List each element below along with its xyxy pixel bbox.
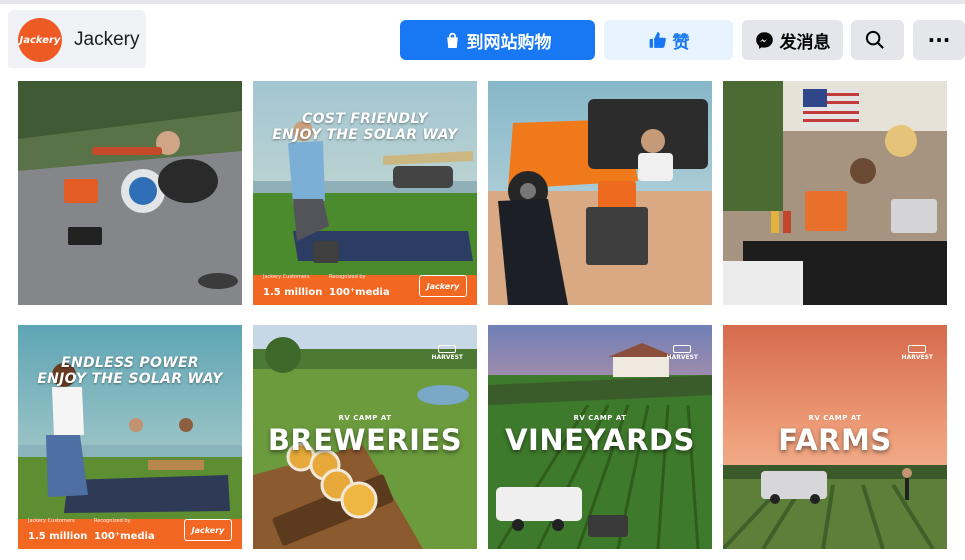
harvest-hosts-logo: HARVEST	[902, 345, 933, 361]
rv-icon	[673, 345, 692, 353]
media-stat: Recognized by 100⁺media	[94, 518, 155, 543]
photo-headline: BREWERIES	[267, 423, 463, 457]
rv-icon	[908, 345, 927, 353]
more-dots-icon: ···	[927, 28, 951, 52]
photo-tile[interactable]: HARVEST RV CAMP AT VINEYARDS	[488, 325, 712, 549]
harvest-logo-text: HARVEST	[666, 354, 698, 361]
shopping-bag-icon	[446, 32, 458, 48]
like-button-label: 赞	[672, 32, 690, 53]
search-icon	[865, 30, 884, 49]
customers-stat: Jackery Customers 1.5 million	[28, 518, 87, 543]
photo-drone-setup	[18, 81, 242, 305]
message-button-label: 发消息	[779, 32, 831, 53]
send-message-button[interactable]: 发消息	[742, 20, 843, 60]
page-name[interactable]: Jackery	[74, 29, 139, 51]
photo-family-flag	[723, 81, 947, 305]
slogan-text: COST FRIENDLY ENJOY THE SOLAR WAY	[253, 111, 477, 143]
slogan-line-1: COST FRIENDLY	[302, 111, 428, 127]
harvest-logo-text: HARVEST	[901, 354, 933, 361]
slogan-line-2: ENJOY THE SOLAR WAY	[272, 127, 458, 143]
harvest-logo-text: HARVEST	[431, 354, 463, 361]
photo-headline: FARMS	[778, 423, 892, 457]
photo-tile[interactable]	[723, 81, 947, 305]
media-stat-value: 100⁺media	[94, 531, 155, 542]
search-button[interactable]	[851, 20, 904, 60]
like-button[interactable]: 赞	[604, 20, 733, 60]
page-profile-link[interactable]: Jackery Jackery	[8, 10, 146, 70]
photo-jeep-beach	[488, 81, 712, 305]
media-stat-label: Recognized by	[94, 518, 131, 524]
customers-stat-value: 1.5 million	[263, 287, 323, 298]
shop-button-label: 到网站购物	[466, 32, 552, 53]
page-header: Jackery Jackery 到网站购物 赞 发消息 ···	[0, 0, 965, 70]
customers-stat: Jackery Customers 1.5 million	[263, 274, 322, 299]
photo-tile[interactable]: HARVEST RV CAMP AT BREWERIES	[253, 325, 477, 549]
customers-stat-label: Jackery Customers	[263, 274, 310, 280]
photo-tile[interactable]: ENDLESS POWER ENJOY THE SOLAR WAY Jacker…	[18, 325, 242, 549]
shop-on-website-button[interactable]: 到网站购物	[400, 20, 595, 60]
thumbs-up-icon	[649, 32, 666, 48]
rv-icon	[438, 345, 457, 353]
media-stat: Recognized by 100⁺media	[329, 274, 390, 299]
more-options-button[interactable]: ···	[913, 20, 965, 60]
rv-camp-caption: RV CAMP AT	[573, 414, 627, 422]
photo-tile[interactable]: COST FRIENDLY ENJOY THE SOLAR WAY Jacker…	[253, 81, 477, 305]
media-stat-label: Recognized by	[329, 274, 366, 280]
customers-stat-value: 1.5 million	[28, 531, 88, 542]
page-avatar[interactable]: Jackery	[18, 18, 62, 62]
harvest-hosts-logo: HARVEST	[667, 345, 698, 361]
slogan-line-1: ENDLESS POWER	[61, 355, 199, 371]
photo-tile[interactable]	[18, 81, 242, 305]
customers-stat-label: Jackery Customers	[28, 518, 75, 524]
photo-headline: VINEYARDS	[505, 423, 695, 457]
photo-tile[interactable]: HARVEST RV CAMP AT FARMS	[723, 325, 947, 549]
media-stat-value: 100⁺media	[329, 287, 390, 298]
jackery-logo-badge: Jackery	[184, 519, 232, 541]
photo-grid: COST FRIENDLY ENJOY THE SOLAR WAY Jacker…	[0, 68, 965, 560]
slogan-text: ENDLESS POWER ENJOY THE SOLAR WAY	[18, 355, 242, 387]
rv-camp-caption: RV CAMP AT	[808, 414, 862, 422]
messenger-icon	[755, 31, 773, 49]
rv-camp-caption: RV CAMP AT	[338, 414, 392, 422]
jackery-logo-badge: Jackery	[419, 275, 467, 297]
slogan-line-2: ENJOY THE SOLAR WAY	[37, 371, 223, 387]
photo-tile[interactable]	[488, 81, 712, 305]
harvest-hosts-logo: HARVEST	[432, 345, 463, 361]
